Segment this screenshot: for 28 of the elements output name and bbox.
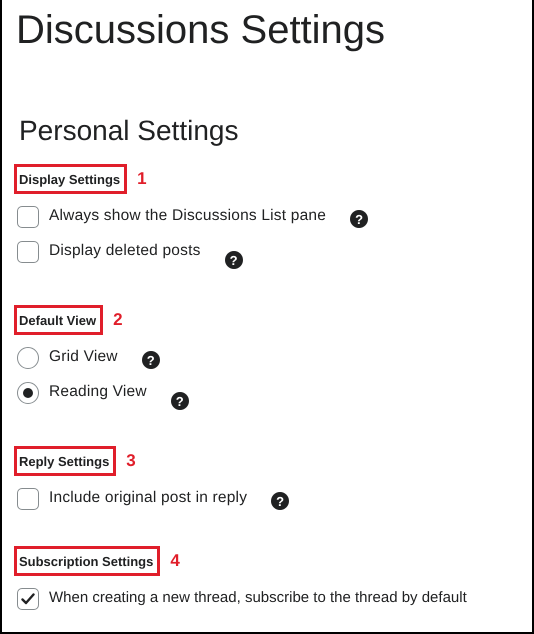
help-icon[interactable]: ? [142, 351, 160, 369]
callout-number: 2 [113, 310, 123, 330]
option-label: Display deleted posts [49, 241, 201, 261]
help-icon[interactable]: ? [350, 210, 368, 228]
option-label: Include original post in reply [49, 488, 248, 508]
callout-number: 4 [170, 551, 180, 571]
section-heading: Display Settings [14, 164, 128, 194]
checkbox[interactable] [17, 206, 39, 228]
radio-button[interactable] [17, 382, 39, 404]
section-heading: Default View [14, 305, 104, 335]
radio-button[interactable] [17, 347, 39, 369]
section-title: Personal Settings [19, 114, 240, 148]
page-title: Discussions Settings [16, 8, 386, 52]
help-icon[interactable]: ? [224, 251, 243, 269]
help-icon[interactable]: ? [170, 392, 189, 410]
help-icon[interactable]: ? [271, 492, 290, 510]
section-heading: Subscription Settings [14, 546, 160, 576]
checkbox[interactable] [17, 241, 39, 263]
option-label: Grid View [49, 347, 118, 367]
callout-number: 1 [137, 169, 147, 189]
callout-number: 3 [126, 451, 136, 471]
section-heading: Reply Settings [14, 446, 116, 476]
option-label: When creating a new thread, subscribe to the thread by default [49, 588, 467, 608]
checkmark-icon [21, 593, 35, 605]
option-label: Reading View [49, 382, 147, 402]
checkbox[interactable] [17, 488, 39, 510]
checkbox[interactable] [17, 588, 39, 610]
option-label: Always show the Discussions List pane [49, 206, 326, 226]
